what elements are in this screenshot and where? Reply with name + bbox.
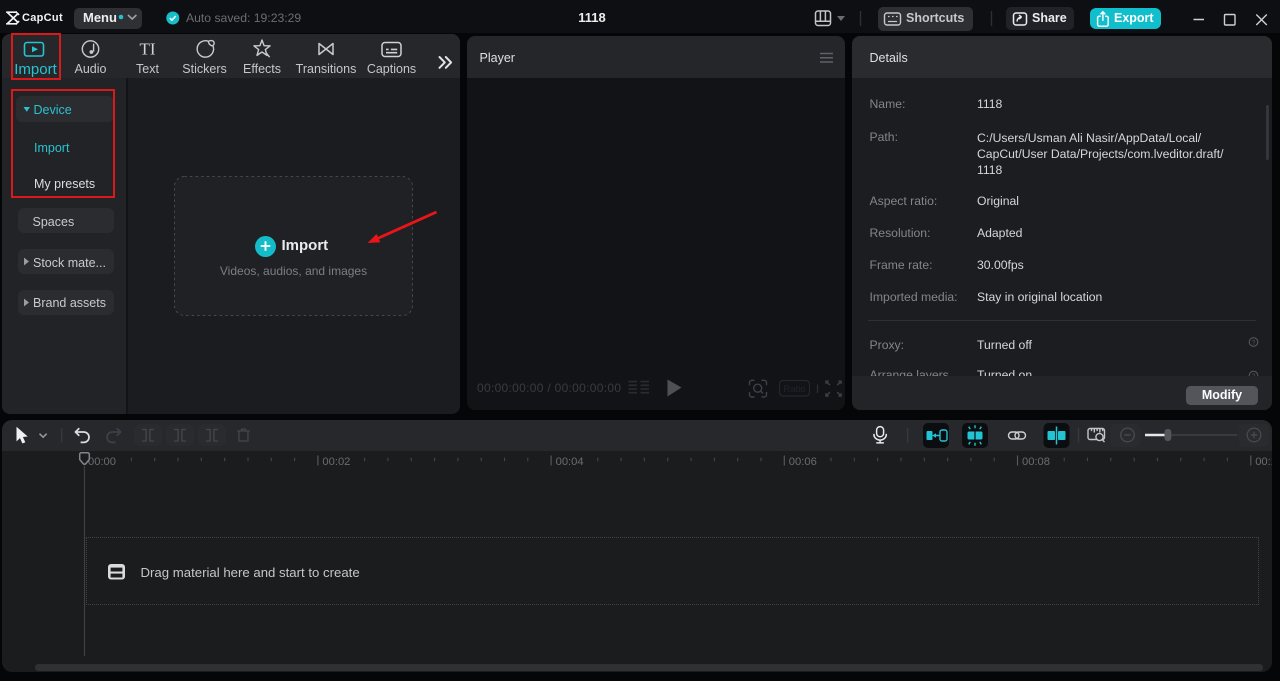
svg-text:00:02: 00:02 — [322, 456, 350, 468]
svg-text:Ratio: Ratio — [783, 384, 805, 395]
svg-text:TI: TI — [139, 40, 155, 59]
svg-text:?: ? — [1252, 340, 1256, 347]
svg-text:00:04: 00:04 — [556, 456, 584, 468]
svg-text:00:06: 00:06 — [789, 456, 817, 468]
svg-text:00:00: 00:00 — [88, 456, 116, 468]
svg-text:00:08: 00:08 — [1022, 456, 1050, 468]
svg-text:00:10: 00:10 — [1255, 456, 1272, 468]
